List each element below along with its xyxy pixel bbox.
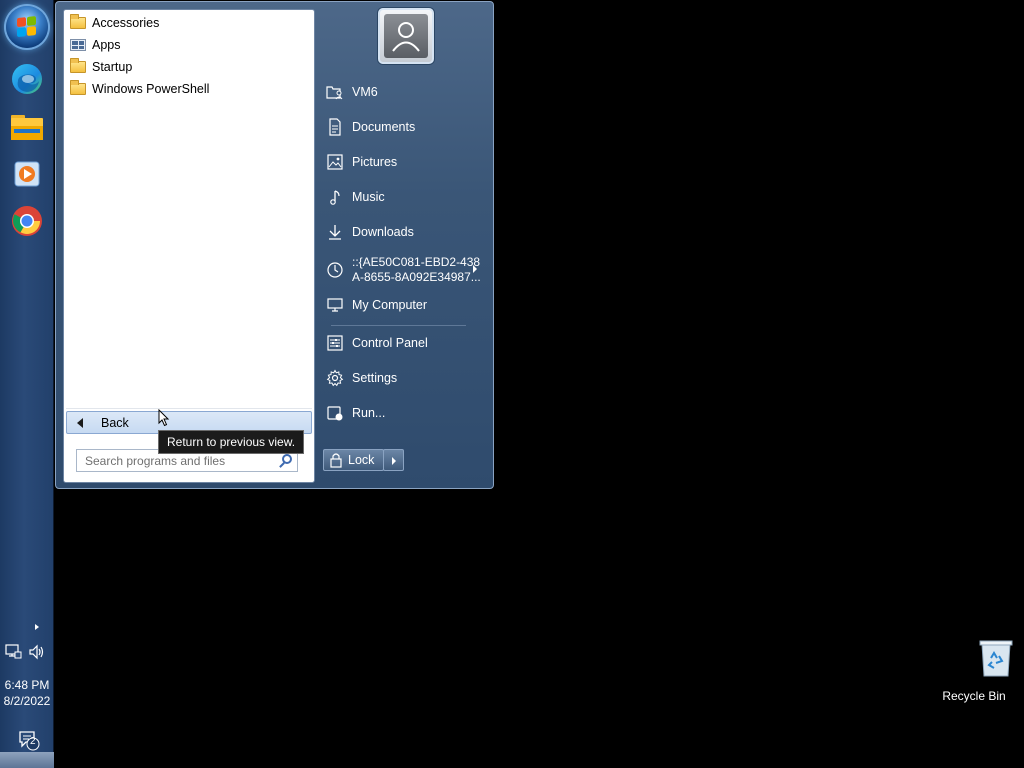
folder-label: Windows PowerShell <box>92 82 210 96</box>
menu-item-label: Music <box>352 190 385 204</box>
menu-item-label-line2: A-8655-8A092E34987... <box>352 270 481 284</box>
user-picture[interactable] <box>378 8 434 64</box>
clock[interactable]: 6:48 PM 8/2/2022 <box>0 677 54 709</box>
recycle-bin-icon <box>979 640 1013 677</box>
menu-item-control-panel[interactable]: Control Panel <box>321 328 491 358</box>
menu-item-label-line1: ::{AE50C081-EBD2-438 <box>352 255 481 269</box>
clock-date: 8/2/2022 <box>3 694 51 708</box>
search-placeholder: Search programs and files <box>85 453 226 468</box>
notification-icon <box>19 731 40 751</box>
back-tooltip: Return to previous view. <box>158 430 305 454</box>
download-icon <box>326 223 344 241</box>
search-icon[interactable] <box>282 454 292 464</box>
recent-icon <box>326 261 344 279</box>
folder-label: Apps <box>92 38 121 52</box>
show-desktop-button[interactable] <box>0 752 54 768</box>
back-arrow-icon <box>77 417 83 428</box>
menu-item-label: My Computer <box>352 298 428 312</box>
file-explorer-icon[interactable] <box>5 106 49 148</box>
menu-item-label: VM6 <box>352 85 378 99</box>
chevron-right-icon <box>392 457 396 465</box>
recycle-bin-desktop-icon[interactable]: Recycle Bin <box>934 638 1014 708</box>
lock-button[interactable]: Lock <box>323 449 384 471</box>
tray-expand-icon[interactable] <box>0 620 54 634</box>
chrome-icon[interactable] <box>5 200 49 242</box>
menu-item-downloads[interactable]: Downloads <box>321 217 491 247</box>
menu-item-run[interactable]: Run... <box>321 398 491 428</box>
control-panel-icon <box>326 334 344 352</box>
submenu-arrow-icon <box>473 265 477 273</box>
menu-item-label: Documents <box>352 120 416 134</box>
menu-item-my-computer[interactable]: My Computer <box>321 290 491 320</box>
desktop: 6:48 PM 8/2/2022 2 Accessories Apps Star… <box>0 0 1024 768</box>
windows-logo-icon <box>17 16 37 38</box>
volume-icon[interactable] <box>26 642 46 662</box>
folder-icon <box>70 80 86 95</box>
menu-item-music[interactable]: Music <box>321 182 491 212</box>
divider <box>66 408 312 409</box>
back-label: Back <box>101 415 129 430</box>
folder-apps[interactable]: Apps <box>66 35 306 55</box>
menu-item-vm6[interactable]: VM6 <box>321 77 491 107</box>
lock-label: Lock <box>348 453 375 467</box>
menu-item-label: Settings <box>352 371 398 385</box>
document-icon <box>326 118 344 136</box>
folder-icon <box>70 14 86 29</box>
picture-icon <box>326 153 344 171</box>
menu-item-documents[interactable]: Documents <box>321 112 491 142</box>
folder-windows-powershell[interactable]: Windows PowerShell <box>66 79 306 99</box>
menu-item-pictures[interactable]: Pictures <box>321 147 491 177</box>
notification-count: 2 <box>30 736 36 747</box>
folder-label: Startup <box>92 60 133 74</box>
menu-item-label: Downloads <box>352 225 414 239</box>
power-options-button[interactable] <box>383 449 404 471</box>
programs-pane: Accessories Apps Startup Windows PowerSh… <box>63 9 315 483</box>
start-menu: Accessories Apps Startup Windows PowerSh… <box>55 1 494 489</box>
notification-center-button[interactable]: 2 <box>0 728 54 752</box>
computer-icon <box>326 296 344 314</box>
gear-icon <box>326 369 344 387</box>
run-icon <box>326 404 344 422</box>
music-icon <box>326 188 344 206</box>
lock-icon <box>330 453 342 468</box>
user-folder-icon <box>326 83 344 101</box>
folder-startup[interactable]: Startup <box>66 57 306 77</box>
mouse-cursor-icon <box>158 409 170 427</box>
divider <box>331 325 466 326</box>
tray-icons <box>0 642 54 662</box>
folder-label: Accessories <box>92 16 160 30</box>
folder-accessories[interactable]: Accessories <box>66 13 306 33</box>
menu-item-label: Run... <box>352 406 386 420</box>
menu-item-label: Pictures <box>352 155 398 169</box>
menu-item-recent-guid[interactable]: ::{AE50C081-EBD2-438 A-8655-8A092E34987.… <box>321 252 491 288</box>
start-button[interactable] <box>6 6 48 48</box>
taskbar: 6:48 PM 8/2/2022 2 <box>0 0 54 768</box>
recycle-bin-label: Recycle Bin <box>942 689 1006 703</box>
menu-item-settings[interactable]: Settings <box>321 363 491 393</box>
media-player-icon[interactable] <box>5 153 49 195</box>
clock-time: 6:48 PM <box>4 678 50 692</box>
apps-icon <box>70 39 86 51</box>
user-avatar-icon <box>392 22 420 52</box>
menu-item-label: Control Panel <box>352 336 428 350</box>
folder-icon <box>70 58 86 73</box>
edge-icon[interactable] <box>5 58 49 100</box>
